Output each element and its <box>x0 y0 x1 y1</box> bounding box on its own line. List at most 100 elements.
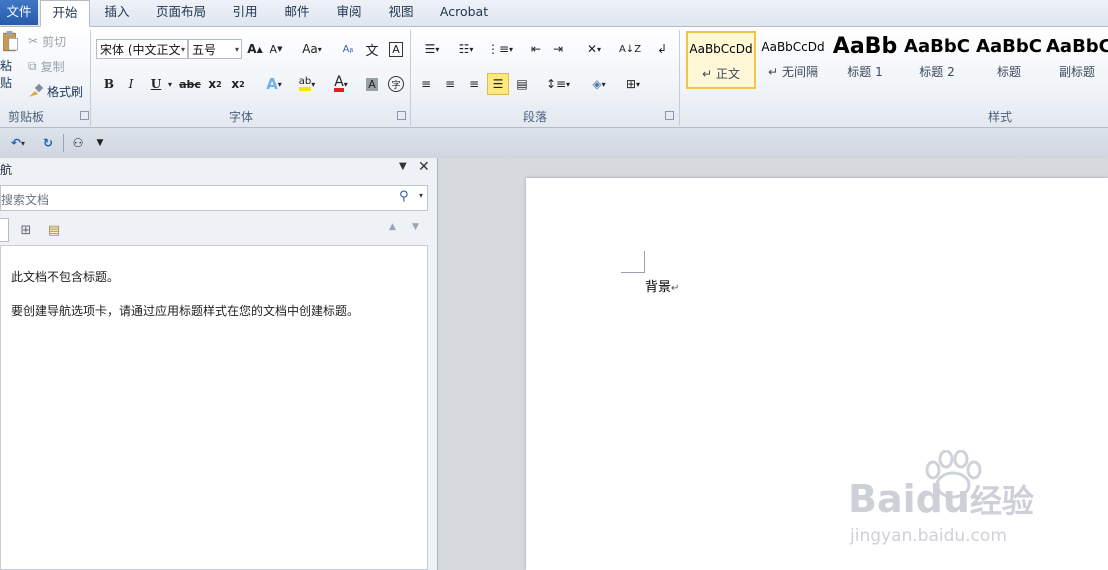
align-left-button[interactable]: ≡ <box>416 74 436 94</box>
increase-indent-button[interactable]: ⇥ <box>548 39 568 59</box>
style-preview: AaBbC <box>1046 36 1108 57</box>
character-border-icon: A <box>389 41 403 57</box>
strikethrough-button[interactable]: abc <box>179 74 201 94</box>
paste-label: 粘贴 <box>0 59 13 90</box>
borders-button[interactable]: ⊞ ▾ <box>618 74 648 94</box>
clipboard-dialog-launcher[interactable] <box>80 111 89 120</box>
character-shading-button[interactable]: A <box>362 74 382 94</box>
sort-button[interactable]: A↓Z <box>619 39 641 59</box>
line-spacing-button[interactable]: ↕≡ ▾ <box>544 74 572 94</box>
enclose-characters-button[interactable]: 字 <box>386 74 406 94</box>
italic-button[interactable]: I <box>121 74 141 94</box>
font-size-combo[interactable]: 五号 ▾ <box>188 39 242 59</box>
tab-file[interactable]: 文件 <box>0 0 38 25</box>
superscript-button[interactable]: x2 <box>228 74 248 94</box>
nav-options-button[interactable]: ▼ <box>399 161 407 172</box>
bold-button[interactable]: B <box>99 74 119 94</box>
tab-results[interactable]: ▤ <box>44 220 64 240</box>
paste-button[interactable]: 粘贴 <box>0 31 22 91</box>
tab-references[interactable]: 引用 <box>224 0 266 25</box>
tab-page-layout[interactable]: 页面布局 <box>148 0 214 25</box>
separator <box>63 134 64 152</box>
multilevel-list-button[interactable]: ⋮≡ ▾ <box>486 39 514 59</box>
align-center-button[interactable]: ≡ <box>440 74 460 94</box>
style-heading-2[interactable]: AaBbC 标题 2 <box>902 31 972 87</box>
previous-result-button[interactable]: ▲ <box>389 222 396 232</box>
align-right-icon: ≡ <box>468 77 480 91</box>
customize-qat-button[interactable]: ▼ <box>90 133 110 153</box>
nav-title: 航 <box>0 163 13 177</box>
ribbon-tab-bar: 文件 开始 插入 页面布局 引用 邮件 审阅 视图 Acrobat <box>0 0 1108 27</box>
nav-message-instructions: 要创建导航选项卡，请通过应用标题样式在您的文档中创建标题。 <box>11 304 360 318</box>
borders-icon: ⊞ <box>625 77 637 91</box>
show-hide-marks-button[interactable]: ↲ <box>652 39 672 59</box>
phonetic-guide-button[interactable]: 文 <box>362 39 382 59</box>
paragraph-dialog-launcher[interactable] <box>665 111 674 120</box>
character-border-button[interactable]: A <box>386 39 406 59</box>
underline-dropdown[interactable]: ▾ <box>165 74 175 94</box>
superscript-icon: x <box>231 77 240 91</box>
tab-view[interactable]: 视图 <box>380 0 422 25</box>
style-normal[interactable]: AaBbCcDd ↵ 正文 <box>686 31 756 89</box>
org-chart-button[interactable]: ⚇ <box>68 133 88 153</box>
chinese-layout-button[interactable]: ✕ ▾ <box>580 39 608 59</box>
font-color-button[interactable]: A ▾ <box>326 74 356 94</box>
grow-font-button[interactable]: A ▲ <box>245 39 265 59</box>
style-preview: AaBbC <box>976 36 1042 57</box>
tab-home[interactable]: 开始 <box>40 0 90 27</box>
style-name: ↵ 无间隔 <box>768 65 818 79</box>
chevron-down-icon: ▼ <box>96 138 104 148</box>
nav-message-no-headings: 此文档不包含标题。 <box>11 270 120 284</box>
tab-headings[interactable] <box>0 218 9 242</box>
style-name: 标题 2 <box>919 65 955 79</box>
subscript-button[interactable]: x2 <box>205 74 225 94</box>
bullets-button[interactable]: ☰ ▾ <box>418 39 446 59</box>
underline-icon: U <box>150 77 162 91</box>
paragraph-group-label: 段落 <box>523 110 548 124</box>
style-heading-1[interactable]: AaBb 标题 1 <box>830 31 900 87</box>
up-arrow-icon: ▲ <box>389 222 396 232</box>
tab-pages[interactable]: ⊞ <box>16 220 36 240</box>
distributed-button[interactable]: ▤ <box>512 74 532 94</box>
clear-formatting-button[interactable]: Aᵦ <box>338 39 358 59</box>
nav-close-button[interactable]: ✕ <box>418 159 430 175</box>
tab-mailings[interactable]: 邮件 <box>276 0 318 25</box>
style-title[interactable]: AaBbC 标题 <box>974 31 1044 87</box>
text-effects-button[interactable]: A ▾ <box>260 74 288 94</box>
font-dialog-launcher[interactable] <box>397 111 406 120</box>
align-right-button[interactable]: ≡ <box>464 74 484 94</box>
change-case-button[interactable]: Aa ▾ <box>298 39 326 59</box>
tab-insert[interactable]: 插入 <box>96 0 138 25</box>
tab-acrobat[interactable]: Acrobat <box>432 0 496 25</box>
thumbnails-icon: ⊞ <box>20 222 32 238</box>
shading-button[interactable]: ◈ ▾ <box>584 74 614 94</box>
underline-button[interactable]: U <box>146 74 166 94</box>
line-spacing-icon: ↕≡ <box>545 77 567 91</box>
decrease-indent-icon: ⇤ <box>530 42 542 56</box>
copy-button[interactable]: ⧉ 复制 <box>28 58 76 74</box>
style-name: 标题 <box>996 65 1021 79</box>
navigation-pane: 航 ▼ ✕ 搜索文档 ⚲ ▾ ⊞ ▤ ▲ ▼ 此文档不包含标题。 要创建导航选项… <box>0 158 438 570</box>
undo-button[interactable]: ↶ ▾ <box>4 133 32 153</box>
font-group-label: 字体 <box>229 110 254 124</box>
format-painter-button[interactable]: 格式刷 <box>28 83 86 99</box>
style-name: 副标题 <box>1058 65 1095 79</box>
nav-search-box[interactable]: 搜索文档 ⚲ ▾ <box>0 185 428 211</box>
style-no-spacing[interactable]: AaBbCcDd ↵ 无间隔 <box>758 31 828 87</box>
search-input[interactable]: 搜索文档 <box>1 191 49 208</box>
tab-review[interactable]: 审阅 <box>328 0 370 25</box>
numbering-button[interactable]: ☷ ▾ <box>452 39 480 59</box>
document-text[interactable]: 背景↵ <box>645 276 679 295</box>
redo-button[interactable]: ↻ <box>38 133 58 153</box>
highlight-button[interactable]: ab ▾ <box>292 74 322 94</box>
decrease-indent-button[interactable]: ⇤ <box>526 39 546 59</box>
clipboard-group-label: 剪贴板 <box>8 110 45 124</box>
font-name-combo[interactable]: 宋体 (中文正文 ▾ <box>96 39 188 59</box>
next-result-button[interactable]: ▼ <box>412 222 419 232</box>
shrink-font-button[interactable]: A ▼ <box>266 39 286 59</box>
cut-button[interactable]: ✂ 剪切 <box>28 33 76 49</box>
search-icon[interactable]: ⚲ <box>399 189 409 204</box>
chevron-down-icon[interactable]: ▾ <box>419 191 423 200</box>
justify-button[interactable]: ☰ <box>487 73 509 95</box>
style-subtitle[interactable]: AaBbC 副标题 <box>1046 31 1108 87</box>
